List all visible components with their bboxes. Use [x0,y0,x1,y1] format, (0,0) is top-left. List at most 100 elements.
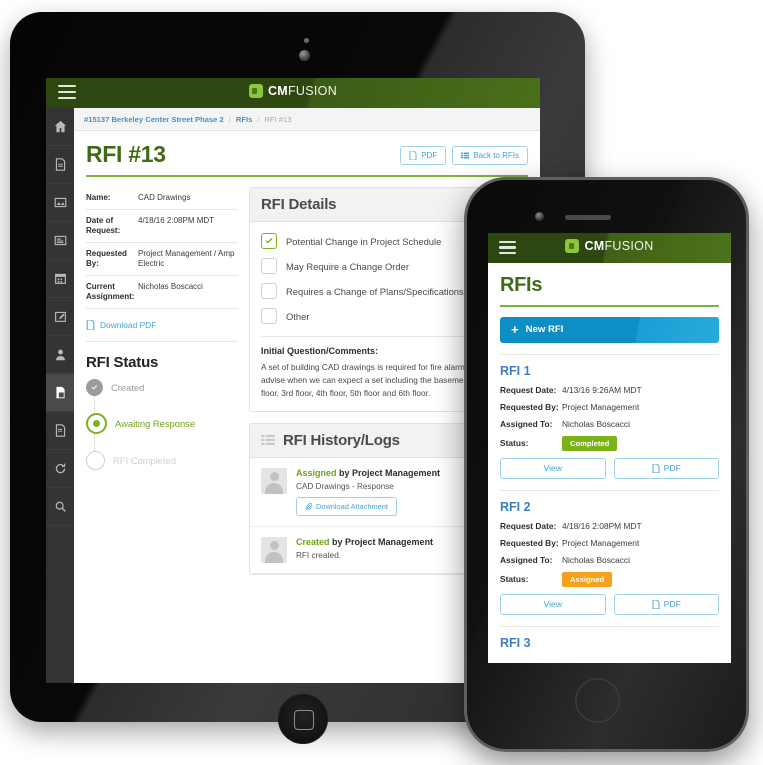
breadcrumb-section[interactable]: RFIs [236,115,252,124]
phone-screen: CMFUSION RFIs + New RFI RFI 1 Request Da… [488,233,731,663]
cmfusion-logo-icon[interactable]: CMFUSION [488,239,731,253]
list-item: RFI 2 Request Date: 4/18/16 2:08PM MDT Re… [488,491,731,615]
sidebar-item-rfis[interactable] [46,374,74,412]
pdf-icon [86,320,95,330]
status-step-awaiting: Awaiting Response [86,413,238,434]
field-row: Request Date: 4/13/16 9:26AM MDT [500,385,719,395]
sidebar-item-change-orders[interactable] [46,450,74,488]
download-attachment-label: Download Attachment [316,501,388,511]
sidebar-item-contacts[interactable] [46,336,74,374]
pdf-button[interactable]: PDF [613,457,719,479]
checkbox-icon[interactable] [261,283,277,299]
log-detail: RFI created. [296,550,342,560]
logo-mark-icon [248,84,263,98]
avatar [261,467,287,494]
field-label: Request Date: [500,384,557,395]
pdf-button[interactable]: PDF [400,146,447,165]
field-row: Request Date: 4/18/16 2:08PM MDT [500,521,719,531]
pdf-icon [652,463,660,473]
rfi-item-title[interactable]: RFI 2 [500,500,719,514]
page-header: RFI #13 PDF Back to RFIs [74,131,540,166]
field-row: Assigned To: Nicholas Boscacci [500,419,719,429]
pdf-button[interactable]: PDF [613,593,719,615]
status-badge: Assigned [562,571,613,587]
view-button[interactable]: View [500,457,606,479]
pdf-icon [409,151,417,160]
table-row: Current Assignment: Nicholas Boscacci [86,276,238,309]
log-action: Created [296,536,330,547]
phone-home-button[interactable] [575,678,620,723]
sidebar-item-search[interactable] [46,488,74,526]
checkbox-icon[interactable] [261,308,277,324]
field-value: Project Management [562,537,640,548]
field-value: 4/13/16 9:26AM MDT [562,384,642,395]
sidebar-item-submittals[interactable] [46,222,74,260]
field-label: Status: [500,438,529,449]
log-action: Assigned [296,467,337,478]
log-actor: by Project Management [339,467,441,478]
status-badge: Completed [562,435,618,451]
list-icon [461,152,470,159]
sidebar-item-forms[interactable] [46,412,74,450]
empty-circle-icon [86,451,105,470]
paperclip-icon [305,502,312,510]
pdf-icon [652,599,660,609]
table-row: Requested By: Project Management / Amp E… [86,243,238,276]
back-to-rfis-button[interactable]: Back to RFIs [452,146,528,165]
tablet-sensor-icon [304,38,309,43]
rfi-item-title[interactable]: RFI 3 [500,636,719,650]
status-connector [94,434,238,451]
sidebar-item-documents[interactable] [46,146,74,184]
phone-topbar: CMFUSION [488,233,731,263]
field-row: Status: Completed [500,435,719,451]
page-title: RFI #13 [86,141,166,167]
log-title: Created by Project Management [296,537,433,547]
pdf-button-label: PDF [421,151,438,160]
current-step-icon [86,413,107,434]
cmfusion-logo-icon[interactable]: CMFUSION [46,84,540,98]
panel-title: RFI History/Logs [283,431,400,449]
rfi-item-actions: View PDF [500,457,719,479]
view-label: View [543,463,562,474]
list-icon [261,434,275,446]
plus-icon: + [511,322,519,338]
avatar [261,536,287,563]
field-label: Requested By: [86,249,127,268]
field-label: Status: [500,574,529,585]
field-label: Assigned To: [500,554,553,565]
sidebar-item-home[interactable] [46,108,74,146]
sidebar-nav[interactable] [46,108,74,683]
tablet-home-button[interactable] [278,694,328,744]
status-step-label: Awaiting Response [115,418,196,429]
breadcrumb-separator: / [257,114,260,124]
log-title: Assigned by Project Management [296,468,440,478]
field-value: CAD Drawings [138,193,191,202]
sidebar-item-schedule[interactable] [46,260,74,298]
rfi-status-title: RFI Status [86,354,159,371]
rfi-item-title[interactable]: RFI 1 [500,364,719,378]
field-label: Current Assignment: [86,282,135,301]
checkbox-label: Potential Change in Project Schedule [286,235,442,247]
breadcrumb-current: RFI #13 [264,114,292,124]
download-pdf-link[interactable]: Download PDF [86,309,238,342]
checkbox-icon[interactable] [261,258,277,274]
download-attachment-button[interactable]: Download Attachment [296,496,397,516]
log-actor: by Project Management [332,536,434,547]
list-item: RFI 3 [488,627,731,650]
breadcrumb-project[interactable]: #15137 Berkeley Center Street Phase 2 [84,115,224,124]
breadcrumb-separator: / [228,114,231,124]
view-button[interactable]: View [500,593,606,615]
status-step-label: RFI Completed [113,455,177,466]
checkbox-checked-icon[interactable] [261,233,277,249]
status-step-created: Created [86,379,238,396]
sidebar-item-photos[interactable] [46,184,74,222]
sidebar-item-daily-logs[interactable] [46,298,74,336]
field-row: Requested By: Project Management [500,538,719,548]
field-label: Requested By: [500,401,559,412]
check-circle-icon [86,379,103,396]
tablet-camera-icon [299,50,310,61]
new-rfi-button[interactable]: + New RFI [500,316,719,343]
field-value: Project Management [562,401,640,412]
pdf-label: PDF [663,599,681,610]
phone-camera-icon [535,212,544,221]
